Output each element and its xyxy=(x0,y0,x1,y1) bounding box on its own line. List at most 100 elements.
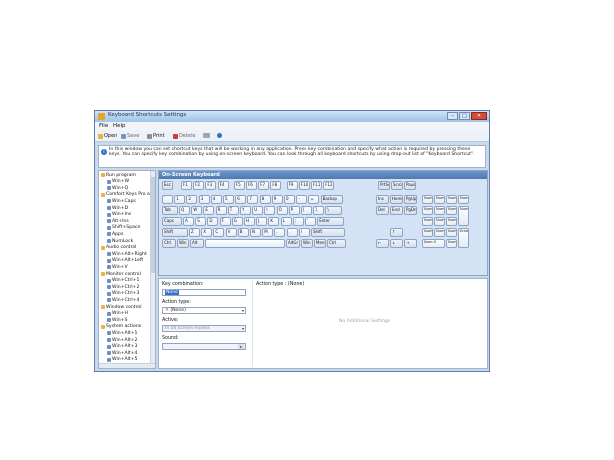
key[interactable]: 0 xyxy=(284,195,295,204)
key[interactable]: 6 xyxy=(235,195,247,204)
key[interactable]: E xyxy=(203,206,215,215)
key[interactable]: Alt xyxy=(190,239,204,248)
key[interactable]: Num 8 xyxy=(434,206,445,215)
key[interactable]: F9 xyxy=(286,181,298,190)
tree-item[interactable]: Win+Alt+3 xyxy=(107,344,137,350)
key[interactable]: End xyxy=(390,206,403,215)
key[interactable]: T xyxy=(227,206,239,215)
key[interactable]: Num / xyxy=(434,195,445,204)
tree-item[interactable]: Win+W xyxy=(107,179,129,185)
key[interactable]: ↓ xyxy=(390,239,403,248)
key[interactable]: Num 2 xyxy=(434,228,445,237)
key[interactable]: 9 xyxy=(271,195,283,204)
key[interactable]: Enter xyxy=(317,217,345,226)
key[interactable]: Tab xyxy=(162,206,178,215)
keyboard-toggle-button[interactable] xyxy=(203,133,210,138)
tree-item[interactable]: Win+Ins xyxy=(107,212,131,218)
key[interactable]: F8 xyxy=(270,181,282,190)
tree-item[interactable]: Win+Alt+1 xyxy=(107,330,137,336)
shortcut-tree[interactable]: Run program Win+W Win+Q Comfort Keys Pro aW… xyxy=(98,170,156,369)
key[interactable]: Enter xyxy=(458,228,469,248)
key[interactable]: Num + xyxy=(458,206,469,226)
tree-item[interactable]: Win+Ctrl+4 xyxy=(107,297,139,303)
key[interactable]: ↑ xyxy=(390,228,403,237)
key[interactable]: AltGr xyxy=(286,239,300,248)
key[interactable]: S xyxy=(195,217,207,226)
key[interactable]: → xyxy=(404,239,417,248)
tree-item[interactable]: Win+S xyxy=(107,317,127,323)
minimize-button[interactable]: – xyxy=(447,112,458,120)
tree-item[interactable]: Win+Alt+5 xyxy=(107,357,137,363)
tree-item[interactable]: Win+D xyxy=(107,205,128,211)
key[interactable]: H xyxy=(244,217,255,226)
key[interactable]: F10 xyxy=(298,181,310,190)
key[interactable]: = xyxy=(308,195,320,204)
key[interactable]: Z xyxy=(189,228,200,237)
menu-file[interactable]: File xyxy=(99,123,108,129)
key[interactable]: 7 xyxy=(247,195,259,204)
tree-horizontal-scrollbar[interactable] xyxy=(99,363,155,368)
tree-item[interactable]: Win+Alt+Right xyxy=(107,251,147,257)
key[interactable]: - xyxy=(296,195,308,204)
tree-item[interactable]: Monitor control xyxy=(101,271,141,277)
key[interactable]: 1 xyxy=(174,195,186,204)
key[interactable]: V xyxy=(225,228,237,237)
key[interactable]: Num 3 xyxy=(446,228,457,237)
key[interactable]: B xyxy=(237,228,249,237)
key[interactable]: F6 xyxy=(246,181,257,190)
key[interactable]: Ctrl xyxy=(327,239,346,248)
key[interactable]: F xyxy=(219,217,231,226)
key[interactable]: L xyxy=(280,217,292,226)
tree-item[interactable]: Comfort Keys Pro a xyxy=(101,192,150,198)
key[interactable]: Caps xyxy=(162,217,182,226)
key[interactable]: Num . xyxy=(446,239,457,248)
print-button[interactable]: Print xyxy=(147,133,165,139)
help-button[interactable] xyxy=(217,133,222,138)
key[interactable]: F2 xyxy=(193,181,205,190)
key[interactable]: M xyxy=(262,228,274,237)
open-button[interactable]: Open xyxy=(98,133,117,139)
tree-item[interactable]: Win+H xyxy=(107,311,128,317)
key[interactable]: G xyxy=(231,217,243,226)
key[interactable]: 2 xyxy=(186,195,198,204)
maximize-button[interactable]: □ xyxy=(459,112,470,120)
tree-item[interactable]: System actions xyxy=(101,324,141,330)
key[interactable]: U xyxy=(252,206,264,215)
key[interactable]: ; xyxy=(292,217,304,226)
tree-item[interactable]: Shift+Space xyxy=(107,225,140,231)
key[interactable]: A xyxy=(183,217,194,226)
key[interactable]: 8 xyxy=(259,195,271,204)
tree-item[interactable]: Win+Ctrl+1 xyxy=(107,278,139,284)
tree-item[interactable]: Win+Ctrl+2 xyxy=(107,284,139,290)
key[interactable]: X xyxy=(201,228,213,237)
key[interactable]: R xyxy=(215,206,227,215)
tree-item[interactable]: Win+Alt+2 xyxy=(107,337,137,343)
save-button[interactable]: Save xyxy=(121,133,139,139)
tree-item[interactable]: Win+Caps xyxy=(107,198,136,204)
key[interactable]: Del xyxy=(376,206,389,215)
tree-item[interactable]: Win+Q xyxy=(107,185,128,191)
key[interactable]: PgDn xyxy=(404,206,417,215)
tree-item[interactable]: Win+Alt+4 xyxy=(107,350,137,356)
key[interactable]: I xyxy=(264,206,276,215)
key[interactable]: Num 9 xyxy=(446,206,457,215)
key[interactable]: Y xyxy=(240,206,251,215)
key[interactable]: 5 xyxy=(223,195,234,204)
key[interactable]: N xyxy=(250,228,261,237)
tree-item[interactable]: Window control xyxy=(101,304,142,310)
key[interactable]: Pause xyxy=(404,181,416,190)
key[interactable]: Num - xyxy=(458,195,469,204)
key[interactable] xyxy=(205,239,285,248)
key[interactable]: Win xyxy=(301,239,313,248)
key[interactable]: Num 5 xyxy=(434,217,445,226)
key[interactable]: Num * xyxy=(446,195,457,204)
key[interactable]: Backsp xyxy=(320,195,343,204)
key[interactable]: ] xyxy=(313,206,325,215)
key[interactable]: W xyxy=(191,206,203,215)
key[interactable]: F3 xyxy=(205,181,217,190)
key[interactable]: Menu xyxy=(314,239,326,248)
tree-scrollbar[interactable] xyxy=(150,171,155,368)
key[interactable]: , xyxy=(274,228,286,237)
menu-help[interactable]: Help xyxy=(113,123,126,129)
key[interactable]: K xyxy=(268,217,280,226)
